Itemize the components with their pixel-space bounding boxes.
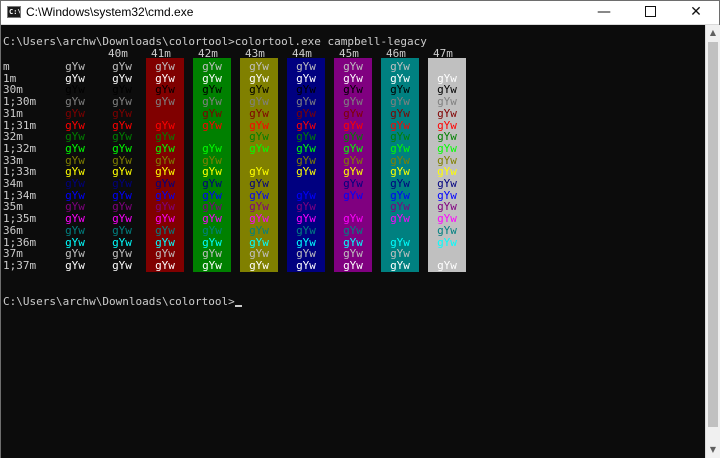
console-output[interactable]: C:\Users\archw\Downloads\colortool>color… bbox=[1, 25, 705, 458]
scroll-up-arrow-icon[interactable]: ▲ bbox=[706, 25, 720, 41]
prompt-text: C:\Users\archw\Downloads\colortool> bbox=[3, 295, 235, 308]
minimize-button[interactable]: — bbox=[581, 1, 627, 24]
row-label: 1;37m bbox=[3, 258, 37, 272]
sample-cell: gYw bbox=[112, 258, 132, 272]
sample-cell: gYw bbox=[343, 258, 363, 272]
console-window: C:\ C:\Windows\system32\cmd.exe — ✕ C:\U… bbox=[0, 0, 720, 458]
cmd-app-icon[interactable]: C:\ bbox=[7, 6, 21, 18]
text-cursor bbox=[234, 305, 242, 307]
sample-cell: gYw bbox=[249, 258, 269, 272]
prompt-line[interactable]: C:\Users\archw\Downloads\colortool> bbox=[3, 295, 242, 308]
sample-cell: gYw bbox=[65, 258, 85, 272]
sample-cell: gYw bbox=[296, 258, 316, 272]
window-title: C:\Windows\system32\cmd.exe bbox=[26, 5, 194, 19]
column-header-40m: 40m bbox=[108, 47, 128, 60]
maximize-button[interactable] bbox=[627, 1, 673, 24]
scroll-down-arrow-icon[interactable]: ▼ bbox=[706, 442, 720, 458]
vertical-scrollbar[interactable]: ▲ ▼ bbox=[705, 25, 720, 458]
sample-cell: gYw bbox=[390, 258, 410, 272]
sample-cell: gYw bbox=[437, 258, 457, 272]
scroll-thumb[interactable] bbox=[708, 42, 718, 427]
sample-cell: gYw bbox=[155, 258, 175, 272]
title-bar[interactable]: C:\ C:\Windows\system32\cmd.exe — ✕ bbox=[1, 1, 719, 25]
sample-cell: gYw bbox=[202, 258, 222, 272]
close-button[interactable]: ✕ bbox=[673, 1, 719, 24]
maximize-icon bbox=[644, 5, 656, 17]
